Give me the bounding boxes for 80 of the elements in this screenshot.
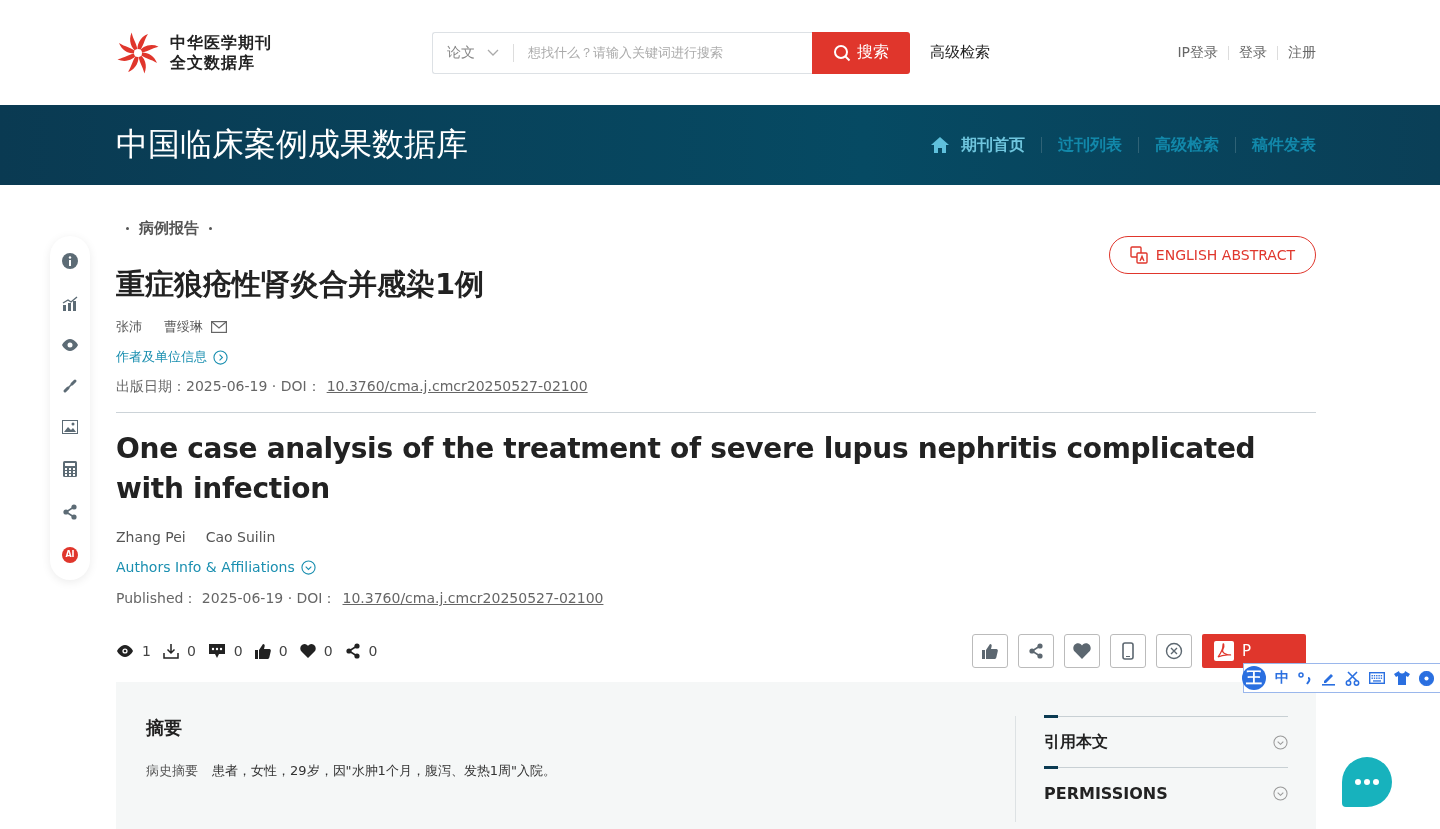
stat-count: 0 — [278, 643, 288, 659]
publish-date: Published： 2025-06-19 · DOI： — [116, 590, 337, 608]
article-title-english: One case analysis of the treatment of severe lupus nephritis complicated with infection — [116, 431, 1257, 507]
image-icon[interactable] — [62, 420, 78, 435]
keyboard-icon[interactable] — [1369, 672, 1385, 684]
home-icon — [931, 137, 949, 153]
chart-icon[interactable] — [62, 296, 78, 313]
ime-mode-toggle[interactable]: 中 — [1275, 669, 1289, 687]
eye-icon[interactable] — [61, 338, 79, 351]
abstract-section-label: 病史摘要 — [146, 762, 198, 780]
search-button[interactable]: 搜索 — [812, 31, 910, 74]
stat-count: 1 — [142, 643, 151, 659]
calculator-icon[interactable] — [63, 461, 77, 478]
article-title: 重症狼疮性肾炎合并感染1例 — [116, 266, 485, 303]
favorite-button[interactable] — [1064, 634, 1100, 668]
publish-date: 出版日期：2025-06-19 · DOI： — [116, 378, 321, 396]
like-button[interactable] — [972, 634, 1008, 668]
logo-icon — [116, 30, 160, 75]
doi-link[interactable]: 10.3760/cma.j.cmcr20250527-02100 — [342, 590, 604, 608]
cite-button[interactable] — [1156, 634, 1192, 668]
heart-icon — [299, 644, 316, 658]
share-icon[interactable] — [62, 503, 78, 520]
chevron-down-icon — [300, 559, 316, 575]
comment-icon — [207, 643, 226, 659]
english-abstract-button[interactable]: ENGLISH ABSTRACT — [1108, 236, 1316, 274]
abstract-text: 患者，女性，29岁，因"水肿1个月，腹泻、发热1周"入院。 — [212, 762, 557, 780]
advanced-search-link[interactable]: 高级检索 — [930, 43, 990, 62]
search-field[interactable]: 论文 想找什么？请输入关键词进行搜索 — [432, 31, 812, 74]
nav-tab[interactable]: 期刊首页 — [961, 134, 1025, 156]
doi-link[interactable]: 10.3760/cma.j.cmcr20250527-02100 — [326, 378, 588, 396]
stat-count: 0 — [368, 643, 378, 659]
mobile-button[interactable] — [1110, 634, 1146, 668]
pdf-icon — [1214, 641, 1234, 661]
article-category: 病例报告 — [139, 219, 199, 238]
logo-text: 中华医学期刊 — [170, 32, 272, 53]
thumbs-up-icon — [982, 643, 998, 659]
chevron-down-icon — [1273, 734, 1288, 750]
chat-button[interactable] — [1342, 757, 1392, 807]
ai-assistant-badge[interactable]: AI — [62, 546, 78, 563]
share-button[interactable] — [1018, 634, 1054, 668]
share-icon — [1028, 643, 1044, 659]
pdf-download-button[interactable]: P — [1202, 634, 1306, 668]
heart-icon — [1073, 643, 1091, 659]
nav-tab[interactable]: 稿件发表 — [1252, 134, 1316, 156]
author-name[interactable]: 张沛 — [116, 318, 142, 336]
panel-header[interactable]: 引用本文 — [1044, 716, 1288, 767]
account-link[interactable]: 登录 — [1239, 43, 1267, 62]
author-name[interactable]: Zhang Pei — [116, 529, 186, 545]
chevron-right-icon — [213, 349, 228, 365]
stat-count: 0 — [323, 643, 333, 659]
download-icon — [162, 643, 179, 659]
journal-title: 中国临床案例成果数据库 — [116, 124, 468, 165]
chevron-down-icon — [487, 48, 499, 57]
author-name[interactable]: 曹绥琳 — [164, 318, 203, 336]
affiliations-link[interactable]: Authors Info & Affiliations — [116, 559, 316, 575]
account-link[interactable]: IP登录 — [1177, 43, 1218, 62]
stat-count: 0 — [233, 643, 243, 659]
chevron-down-icon — [1273, 785, 1288, 801]
eye-icon — [116, 645, 134, 657]
ime-logo[interactable]: 王 — [1242, 666, 1266, 690]
scope-select[interactable]: 论文 — [433, 43, 513, 62]
close-circle-icon — [1165, 642, 1183, 660]
phone-icon — [1122, 642, 1134, 660]
logo-text: 全文数据库 — [170, 52, 256, 73]
translate-icon — [1129, 246, 1148, 264]
abstract-heading: 摘要 — [146, 716, 183, 740]
shirt-icon[interactable] — [1394, 671, 1410, 685]
thumbs-up-icon — [254, 643, 271, 659]
share-icon — [344, 643, 361, 659]
chat-icon — [1354, 778, 1380, 786]
info-icon[interactable] — [62, 253, 78, 270]
panel-header[interactable]: PERMISSIONS — [1044, 767, 1288, 818]
search-icon — [833, 43, 851, 62]
affiliations-link[interactable]: 作者及单位信息 — [116, 348, 228, 366]
scissors-icon[interactable] — [1345, 670, 1360, 686]
account-link[interactable]: 注册 — [1288, 43, 1316, 62]
punctuation-icon[interactable] — [1298, 671, 1312, 685]
email-icon[interactable] — [211, 321, 227, 333]
stat-count: 0 — [186, 643, 196, 659]
author-name[interactable]: Cao Suilin — [205, 529, 276, 545]
